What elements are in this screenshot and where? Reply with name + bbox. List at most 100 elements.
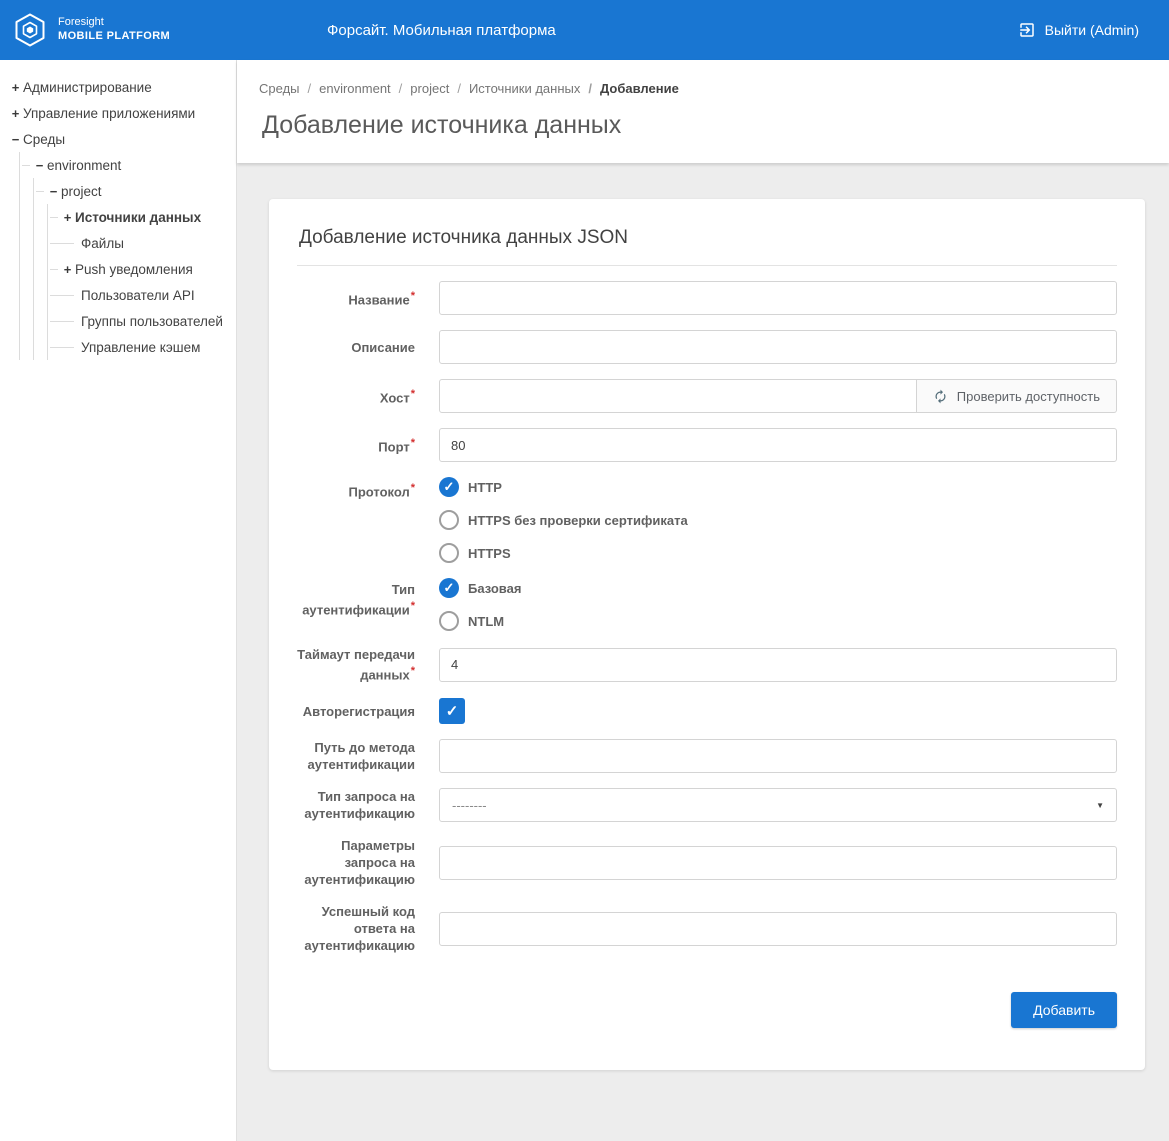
sidebar-item-app-management[interactable]: + Управление приложениями: [6, 100, 230, 126]
tree-connector: [50, 295, 74, 296]
sidebar-item-api-users[interactable]: Пользователи API: [48, 282, 230, 308]
sidebar-item-cache-management[interactable]: Управление кэшем: [48, 334, 230, 360]
form-row-timeout: Таймаут передачи данных: [297, 646, 1117, 683]
breadcrumb-project[interactable]: project: [391, 81, 450, 96]
foresight-logo-icon: [12, 12, 48, 48]
check-availability-button[interactable]: Проверить доступность: [917, 379, 1117, 413]
tree-connector: [50, 347, 74, 348]
radio-ntlm-label: NTLM: [468, 614, 504, 629]
collapse-icon[interactable]: −: [8, 132, 23, 147]
sidebar-item-user-groups[interactable]: Группы пользователей: [48, 308, 230, 334]
expand-icon[interactable]: +: [60, 262, 75, 277]
check-availability-label: Проверить доступность: [957, 389, 1100, 404]
brand-product: MOBILE PLATFORM: [58, 30, 170, 44]
auth-path-label: Путь до метода аутентификации: [297, 739, 415, 773]
radio-ntlm[interactable]: NTLM: [439, 611, 1117, 631]
form-row-description: Описание: [297, 330, 1117, 364]
radio-http-label: HTTP: [468, 480, 502, 495]
radio-unchecked-icon[interactable]: [439, 543, 459, 563]
collapse-icon[interactable]: −: [32, 158, 47, 173]
timeout-label: Таймаут передачи данных: [297, 646, 415, 683]
radio-basic-auth-label: Базовая: [468, 581, 521, 596]
tree-connector: [36, 191, 44, 192]
form-row-auth-request-type: Тип запроса на аутентификацию -------- ▼: [297, 788, 1117, 822]
sidebar: + Администрирование + Управление приложе…: [0, 60, 237, 1141]
name-input[interactable]: [439, 281, 1117, 315]
auth-success-code-input[interactable]: [439, 912, 1117, 946]
form-row-auth-type: Тип аутентификации ✓ Базовая NTLM: [297, 578, 1117, 631]
sidebar-item-files[interactable]: Файлы: [48, 230, 230, 256]
sidebar-item-environment[interactable]: − environment: [20, 152, 230, 178]
timeout-input[interactable]: [439, 648, 1117, 682]
sidebar-item-label: Администрирование: [23, 80, 152, 95]
form-row-auth-success-code: Успешный код ответа на аутентификацию: [297, 903, 1117, 954]
radio-https-label: HTTPS: [468, 546, 511, 561]
collapse-icon[interactable]: −: [46, 184, 61, 199]
submit-button[interactable]: Добавить: [1011, 992, 1117, 1028]
form-card: Добавление источника данных JSON Названи…: [269, 199, 1145, 1070]
host-label: Хост: [297, 386, 415, 406]
sidebar-item-environments[interactable]: − Среды: [6, 126, 230, 152]
sidebar-item-label: Группы пользователей: [81, 314, 223, 329]
host-input[interactable]: [439, 379, 917, 413]
auth-request-params-input[interactable]: [439, 846, 1117, 880]
radio-checked-icon[interactable]: ✓: [439, 578, 459, 598]
name-label: Название: [297, 288, 415, 308]
form-row-port: Порт: [297, 428, 1117, 462]
form-row-name: Название: [297, 281, 1117, 315]
radio-https-no-cert[interactable]: HTTPS без проверки сертификата: [439, 510, 1117, 530]
sidebar-item-label: Управление приложениями: [23, 106, 195, 121]
auth-request-type-select[interactable]: -------- ▼: [439, 788, 1117, 822]
expand-icon[interactable]: +: [60, 210, 75, 225]
content: Добавление источника данных JSON Названи…: [237, 163, 1169, 1141]
auth-type-label: Тип аутентификации: [297, 578, 415, 618]
tree-connector: [50, 269, 58, 270]
app-title: Форсайт. Мобильная платформа: [327, 22, 556, 39]
radio-https[interactable]: HTTPS: [439, 543, 1117, 563]
expand-icon[interactable]: +: [8, 80, 23, 95]
sidebar-item-label: Источники данных: [75, 210, 201, 225]
breadcrumb-section: Среды environment project Источники данн…: [237, 60, 1169, 163]
description-label: Описание: [297, 339, 415, 356]
breadcrumb-environment[interactable]: environment: [300, 81, 391, 96]
sidebar-item-label: project: [61, 184, 102, 199]
breadcrumb-environments[interactable]: Среды: [259, 81, 300, 96]
auth-request-type-label: Тип запроса на аутентификацию: [297, 788, 415, 822]
tree-connector: [50, 217, 58, 218]
form-row-protocol: Протокол ✓ HTTP HTTPS без проверки серти…: [297, 477, 1117, 563]
sidebar-item-data-sources[interactable]: + Источники данных: [48, 204, 230, 230]
protocol-label: Протокол: [297, 477, 415, 500]
port-input[interactable]: [439, 428, 1117, 462]
description-input[interactable]: [439, 330, 1117, 364]
logout-button[interactable]: Выйти (Admin): [1012, 20, 1145, 40]
card-title: Добавление источника данных JSON: [297, 223, 1117, 266]
radio-checked-icon[interactable]: ✓: [439, 477, 459, 497]
form-actions: Добавить: [297, 992, 1117, 1028]
auth-path-input[interactable]: [439, 739, 1117, 773]
radio-unchecked-icon[interactable]: [439, 510, 459, 530]
autoregistration-checkbox[interactable]: ✓: [439, 698, 465, 724]
brand: Foresight MOBILE PLATFORM: [12, 12, 242, 48]
breadcrumb-data-sources[interactable]: Источники данных: [449, 81, 580, 96]
sidebar-item-label: Push уведомления: [75, 262, 193, 277]
sidebar-item-project[interactable]: − project: [34, 178, 230, 204]
breadcrumb: Среды environment project Источники данн…: [259, 81, 1143, 96]
form-row-auth-path: Путь до метода аутентификации: [297, 739, 1117, 773]
chevron-down-icon: ▼: [1096, 801, 1104, 810]
logout-icon: [1018, 21, 1036, 39]
sidebar-item-label: Среды: [23, 132, 65, 147]
radio-http[interactable]: ✓ HTTP: [439, 477, 1117, 497]
form-row-host: Хост Проверить доступность: [297, 379, 1117, 413]
main-area: Среды environment project Источники данн…: [237, 60, 1169, 1141]
radio-basic-auth[interactable]: ✓ Базовая: [439, 578, 1117, 598]
sidebar-item-administration[interactable]: + Администрирование: [6, 74, 230, 100]
tree-connector: [22, 165, 30, 166]
sidebar-item-push-notifications[interactable]: + Push уведомления: [48, 256, 230, 282]
radio-unchecked-icon[interactable]: [439, 611, 459, 631]
form-row-autoregistration: Авторегистрация ✓: [297, 698, 1117, 724]
logout-label: Выйти (Admin): [1045, 22, 1139, 38]
auth-success-code-label: Успешный код ответа на аутентификацию: [297, 903, 415, 954]
page-title: Добавление источника данных: [262, 111, 1143, 140]
radio-https-no-cert-label: HTTPS без проверки сертификата: [468, 513, 688, 528]
expand-icon[interactable]: +: [8, 106, 23, 121]
